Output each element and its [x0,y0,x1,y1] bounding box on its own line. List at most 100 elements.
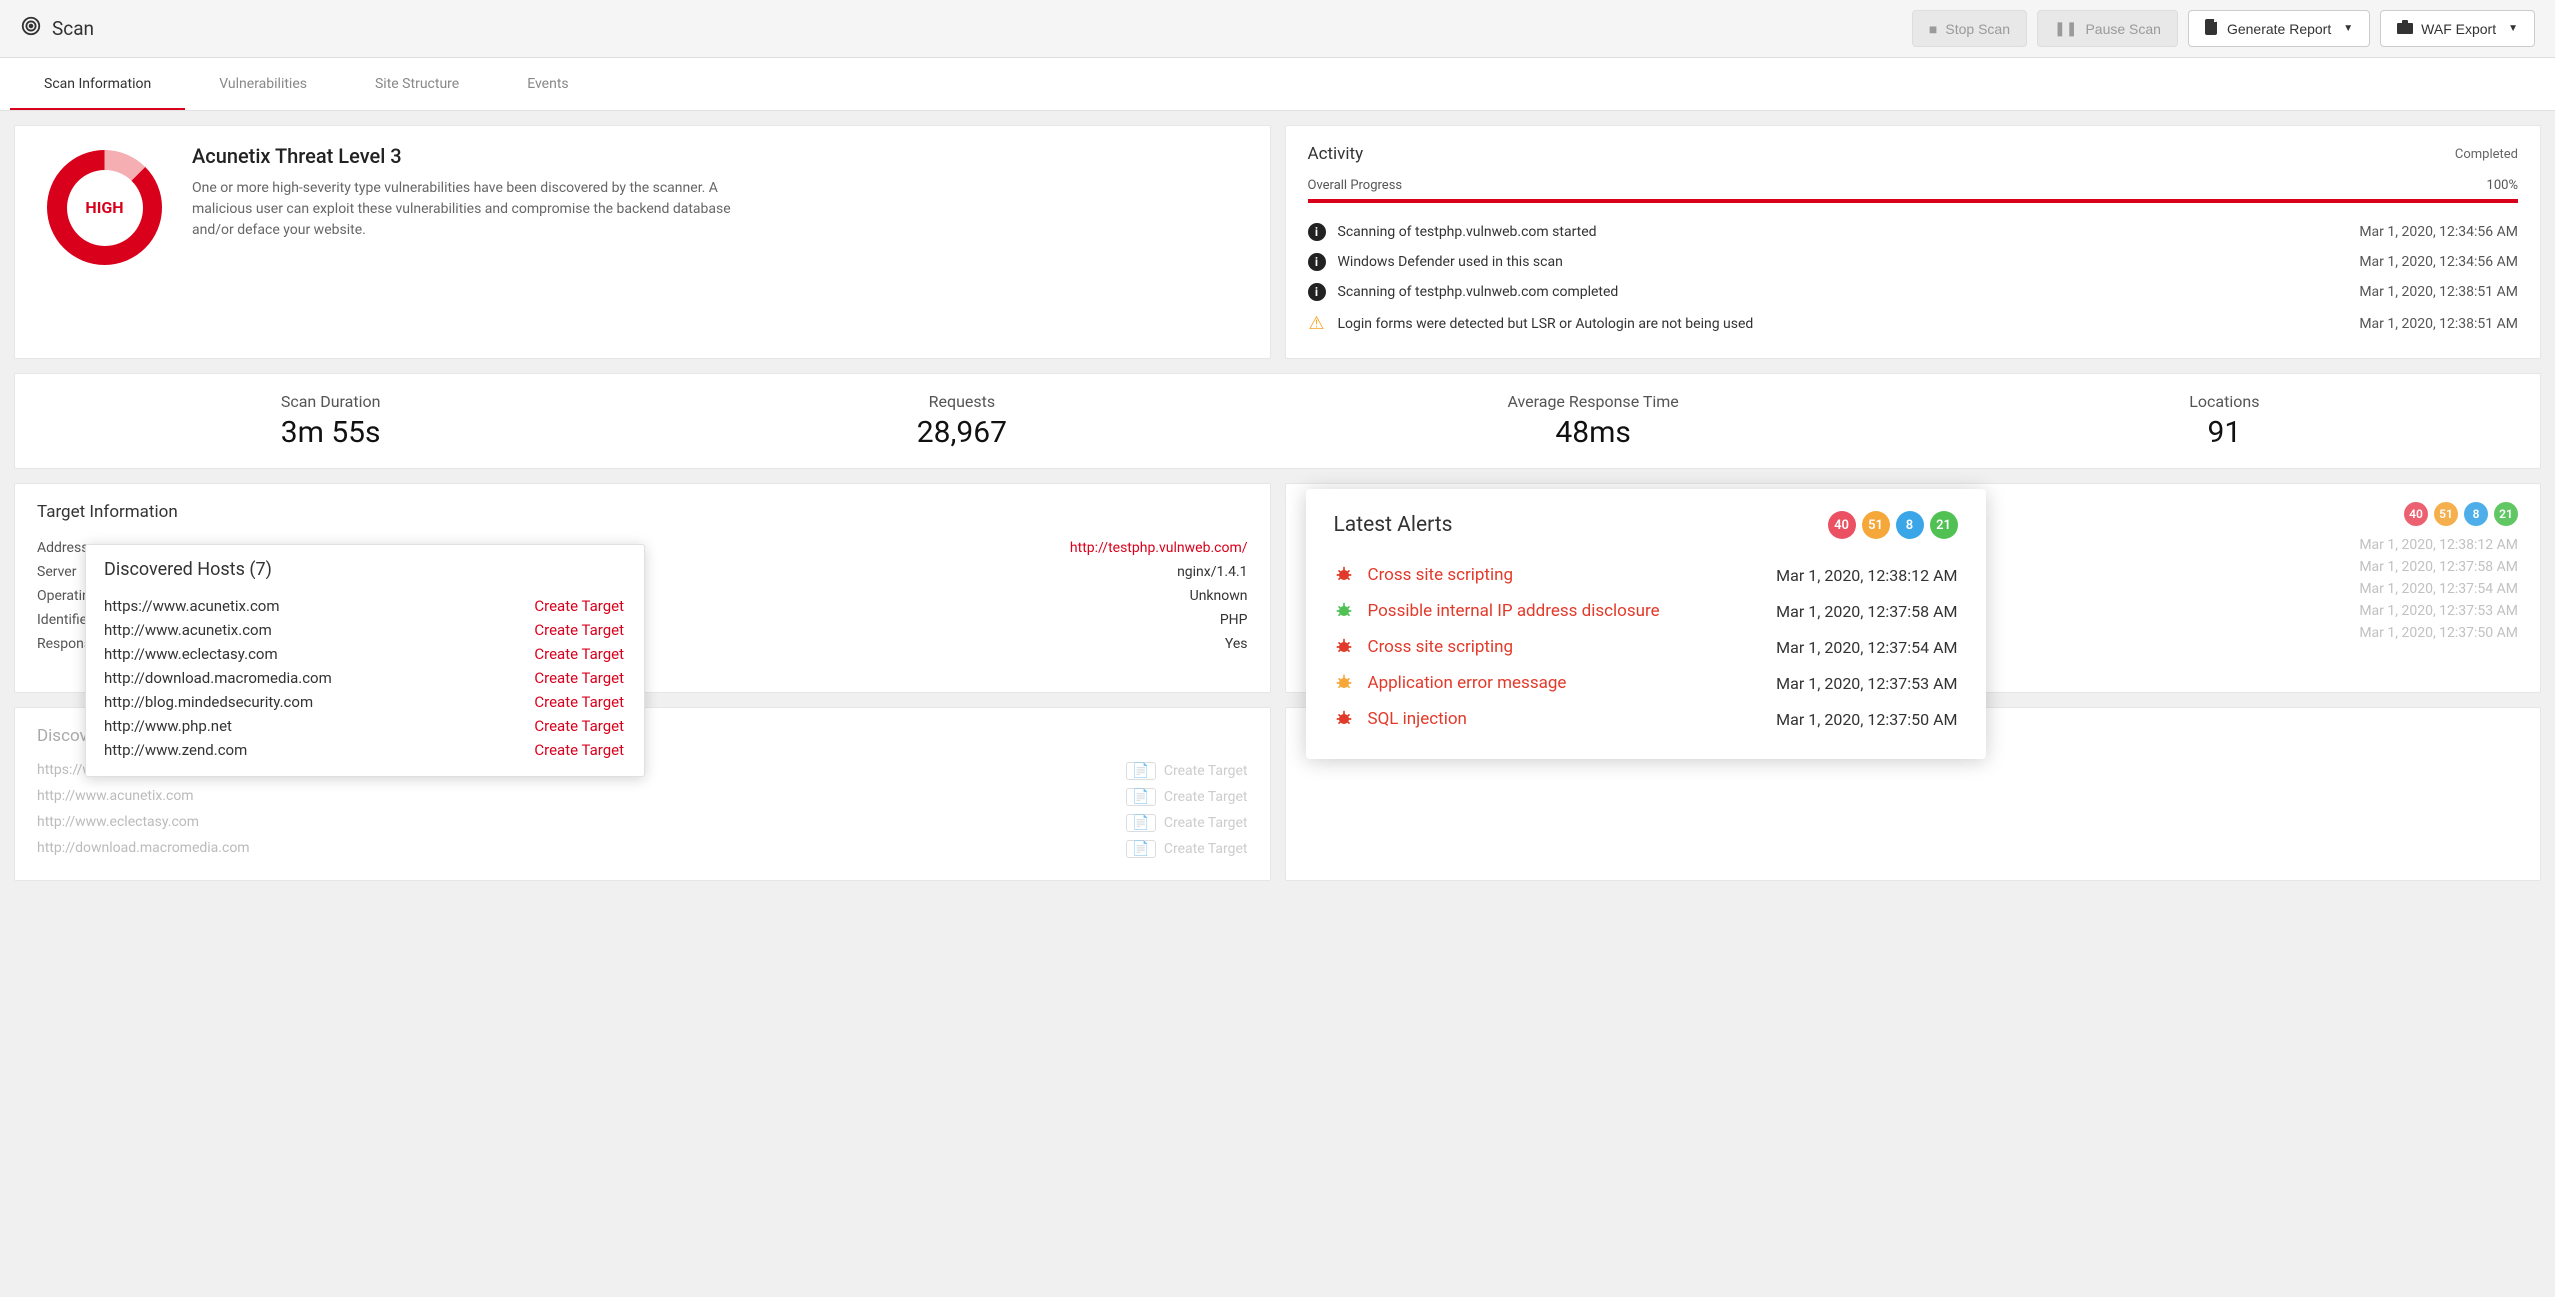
activity-card: Activity Completed Overall Progress 100%… [1285,125,2542,359]
create-target-link[interactable]: Create Target [534,621,624,639]
severity-badge[interactable]: 40 [1828,511,1856,539]
severity-badge[interactable]: 51 [1862,511,1890,539]
create-target-link[interactable]: Create Target [534,741,624,759]
threat-donut-chart: HIGH [47,150,162,265]
host-url: http://www.eclectasy.com [37,814,199,832]
tab-events[interactable]: Events [493,58,602,110]
target-info-card: Target Information Address http://testphp… [14,483,1271,693]
generate-report-button[interactable]: Generate Report ▼ [2188,10,2370,47]
stat-label: Requests [646,392,1277,411]
row-target-alerts: Target Information Address http://testphp… [14,483,2541,693]
bug-icon [1334,601,1354,621]
discovered-bg-item: http://download.macromedia.com📄Create Ta… [37,836,1248,862]
create-target-link[interactable]: Create Target [534,645,624,663]
activity-timestamp: Mar 1, 2020, 12:38:51 AM [2359,284,2518,300]
host-url: http://www.eclectasy.com [104,645,278,663]
info-icon: i [1308,223,1326,241]
toolbar-actions: ■ Stop Scan ❚❚ Pause Scan Generate Repor… [1912,10,2535,47]
host-url: http://download.macromedia.com [104,669,332,687]
tabs: Scan InformationVulnerabilitiesSite Stru… [0,58,2555,111]
activity-message: Scanning of testphp.vulnweb.com started [1338,224,2348,240]
stats-card: Scan Duration3m 55sRequests28,967Average… [14,373,2541,469]
threat-desc: One or more high-severity type vulnerabi… [192,178,752,241]
host-url: http://download.macromedia.com [37,840,250,858]
create-target-faint: 📄Create Target [1126,788,1247,806]
hosts-list[interactable]: https://www.acunetix.comCreate Targethtt… [104,594,634,762]
severity-badge[interactable]: 21 [1930,511,1958,539]
alert-name: SQL injection [1368,709,1763,729]
row-threat-activity: HIGH Acunetix Threat Level 3 One or more… [14,125,2541,359]
threat-card: HIGH Acunetix Threat Level 3 One or more… [14,125,1271,359]
target-value: PHP [1220,612,1248,628]
threat-level-label: HIGH [85,198,123,217]
stat-value: 28,967 [646,415,1277,450]
stat-scan-duration: Scan Duration3m 55s [15,392,646,450]
info-icon: i [1308,253,1326,271]
severity-badge[interactable]: 8 [1896,511,1924,539]
pause-scan-button: ❚❚ Pause Scan [2037,10,2178,47]
alert-item[interactable]: Cross site scripting Mar 1, 2020, 12:37:5… [1334,629,1958,665]
bug-icon [1334,673,1354,693]
host-item: http://www.zend.com Create Target [104,738,624,762]
target-value[interactable]: http://testphp.vulnweb.com/ [1070,540,1248,556]
activity-list: i Scanning of testphp.vulnweb.com started… [1308,217,2519,340]
stat-requests: Requests 28,967 [646,392,1277,450]
alert-item[interactable]: Application error messageMar 1, 2020, 12… [1334,665,1958,701]
host-url: http://www.zend.com [104,741,247,759]
latest-alerts-bg-card: Latest Alerts 4051821 Cross site scripti… [1285,483,2542,693]
alert-timestamp: Mar 1, 2020, 12:37:53 AM [1776,674,1957,693]
alert-item[interactable]: Possible internal IP address disclosureM… [1334,593,1958,629]
stat-value: 91 [1909,415,2540,450]
bug-icon [1334,709,1354,729]
create-target-link[interactable]: Create Target [534,693,624,711]
create-target-link[interactable]: Create Target [534,669,624,687]
alert-item[interactable]: SQL injectionMar 1, 2020, 12:37:50 AM [1334,701,1958,737]
alert-name: Possible internal IP address disclosure [1368,601,1763,621]
target-key: Address [37,540,88,556]
target-value: Unknown [1190,588,1248,604]
create-target-link[interactable]: Create Target [534,717,624,735]
generate-report-label: Generate Report [2227,21,2331,37]
stop-scan-label: Stop Scan [1945,21,2010,37]
host-url: https://www.acunetix.com [104,597,280,615]
latest-alerts-popover: Latest Alerts 4051821 Cross site scripti… [1306,489,1986,759]
stat-value: 48ms [1278,415,1909,450]
waf-export-button[interactable]: WAF Export ▼ [2380,10,2535,47]
host-url: http://www.acunetix.com [37,788,194,806]
alert-name: Cross site scripting [1368,637,1763,657]
target-title: Target Information [37,502,1248,522]
discovered-hosts-popover: Discovered Hosts (7) https://www.acuneti… [85,544,645,777]
scan-target-icon [20,15,42,42]
create-target-link[interactable]: Create Target [534,597,624,615]
severity-badge-bg: 21 [2494,502,2518,526]
document-icon [2205,19,2219,38]
alerts-badges: 4051821 [1828,511,1958,539]
tab-scan-information[interactable]: Scan Information [10,58,185,110]
create-target-faint: 📄Create Target [1126,762,1247,780]
activity-status: Completed [2455,147,2518,162]
host-item: https://www.acunetix.com Create Target [104,594,624,618]
tab-site-structure[interactable]: Site Structure [341,58,493,110]
pause-icon: ❚❚ [2054,20,2077,37]
host-item: http://www.eclectasy.com Create Target [104,642,624,666]
activity-title: Activity [1308,144,1364,164]
stat-value: 3m 55s [15,415,646,450]
create-target-faint: 📄Create Target [1126,814,1247,832]
host-item: http://blog.mindedsecurity.comCreate Tar… [104,690,624,714]
progress-bar [1308,199,2519,203]
tab-vulnerabilities[interactable]: Vulnerabilities [185,58,341,110]
discovered-bg-item: http://www.acunetix.com 📄Create Target [37,784,1248,810]
host-url: http://www.acunetix.com [104,621,272,639]
alert-item[interactable]: Cross site scriptingMar 1, 2020, 12:38:1… [1334,557,1958,593]
caret-down-icon: ▼ [2508,23,2518,34]
row-stats: Scan Duration3m 55sRequests28,967Average… [14,373,2541,469]
activity-item: iWindows Defender used in this scanMar 1… [1308,247,2519,277]
progress-value: 100% [2487,178,2518,193]
hosts-title: Discovered Hosts (7) [104,559,634,580]
alert-timestamp: Mar 1, 2020, 12:37:54 AM [1776,638,1957,657]
alert-name: Cross site scripting [1368,565,1763,585]
activity-item: i Scanning of testphp.vulnweb.com started… [1308,217,2519,247]
progress-label: Overall Progress [1308,178,1403,193]
target-key: Server [37,564,76,580]
host-url: http://www.php.net [104,717,232,735]
